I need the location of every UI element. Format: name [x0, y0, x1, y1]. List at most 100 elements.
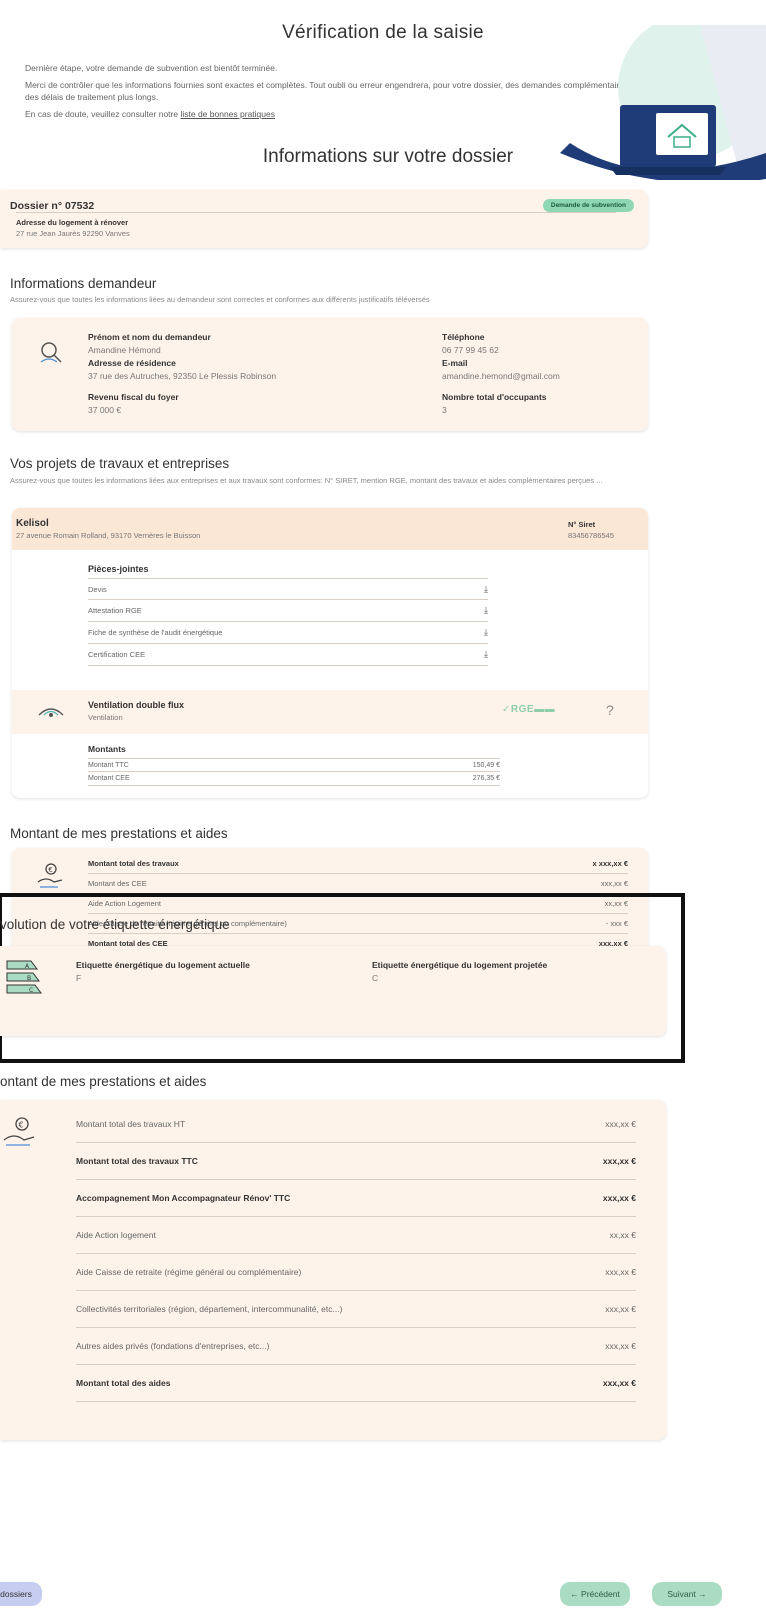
amount-value: xxx,xx € [602, 1193, 636, 1203]
svg-text:€: € [48, 866, 52, 874]
name-value: Amandine Hémond [88, 345, 161, 355]
amount-value: xxx,xx € [605, 1119, 636, 1129]
amount-value: xxx,xx € [605, 1341, 636, 1351]
email-label: E-mail [442, 358, 468, 368]
amount-label: Aide Action logement [76, 1230, 156, 1240]
attachment-label: Attestation RGE [88, 606, 142, 615]
demandeur-card: Prénom et nom du demandeur Amandine Hémo… [12, 318, 648, 431]
energy-label-icon: ABC [0, 956, 46, 1004]
attachments-title: Pièces-jointes [88, 564, 149, 574]
download-icon[interactable]: ⤓ [484, 584, 488, 595]
amount-row: Montant total des aides xxx,xx € [76, 1365, 636, 1402]
intro-line-3-text: En cas de doute, veuillez consulter notr… [25, 109, 179, 119]
dossier-address-value: 27 rue Jean Jaurès 92290 Vanves [16, 229, 130, 238]
hand-coin-icon: € [0, 1112, 40, 1152]
amount-label: Montant total des aides [76, 1378, 171, 1388]
amount-label: Montant total des travaux [88, 859, 179, 868]
amount-label: Collectivités territoriales (région, dép… [76, 1304, 343, 1314]
work-item: Ventilation double flux Ventilation ✓RGE… [12, 690, 648, 734]
svg-text:B: B [27, 975, 31, 982]
ventilation-icon [34, 696, 68, 728]
amount-label: Montant total des travaux HT [76, 1119, 186, 1129]
amount-label: Aide Caisse de retraite (régime général … [76, 1267, 302, 1277]
attachment-row[interactable]: Devis ⤓ [88, 578, 488, 600]
status-badge: Demande de subvention [542, 199, 634, 212]
previous-button[interactable]: ← Précédent [560, 1582, 630, 1606]
amount-row: Montant TTC 150,49 € [88, 758, 500, 772]
dossier-title: Dossier n° 07532 [10, 200, 95, 212]
residence-label: Adresse de résidence [88, 358, 176, 368]
amount-value: xxx,xx € [605, 1267, 636, 1277]
work-title: Ventilation double flux [88, 700, 185, 710]
company-address: 27 avenue Romain Rolland, 93170 Vernères… [16, 531, 201, 540]
svg-text:C: C [29, 987, 33, 994]
attachment-label: Devis [88, 584, 107, 594]
current-value: F [76, 973, 82, 983]
download-icon[interactable]: ⤓ [484, 649, 488, 660]
amount-value: xxx,xx € [602, 1156, 636, 1166]
amount-value: xx,xx € [609, 1230, 636, 1240]
amount-row: Montant total des travaux HT xxx,xx € [76, 1106, 636, 1143]
demandeur-heading: Informations demandeur [10, 276, 157, 291]
amount-row: Autres aides privés (fondations d'entrep… [76, 1328, 636, 1365]
amounts-title: Montants [88, 744, 126, 754]
demandeur-subtitle: Assurez-vous que toutes les informations… [10, 295, 430, 304]
download-icon[interactable]: ⤓ [484, 605, 488, 616]
svg-text:€: € [19, 1121, 24, 1130]
hand-coin-icon: € [32, 858, 68, 894]
projets-heading: Vos projets de travaux et entreprises [10, 456, 230, 471]
best-practices-link[interactable]: liste de bonnes pratiques [180, 109, 275, 119]
occupants-label: Nombre total d'occupants [442, 392, 547, 402]
dossier-card: Dossier n° 07532 Demande de subvention A… [0, 190, 648, 248]
phone-value: 06 77 99 45 62 [442, 345, 499, 355]
amount-value: x xxx,xx € [592, 859, 628, 868]
section-title: Informations sur votre dossier [262, 146, 514, 167]
download-icon[interactable]: ⤓ [484, 627, 488, 638]
amount-label: Accompagnement Mon Accompagnateur Rénov'… [76, 1193, 291, 1203]
projected-label: Etiquette énergétique du logement projet… [372, 960, 548, 970]
etiquette-heading: volution de votre étiquette énergétique [0, 917, 230, 932]
amount-row: Accompagnement Mon Accompagnateur Rénov'… [76, 1180, 636, 1217]
income-label: Revenu fiscal du foyer [88, 392, 179, 402]
projected-value: C [372, 973, 379, 983]
current-label: Etiquette énergétique du logement actuel… [76, 960, 250, 970]
occupants-value: 3 [442, 405, 447, 415]
etiquette-card: ABC Etiquette énergétique du logement ac… [0, 946, 666, 1036]
projets-card: Kelisol 27 avenue Romain Rolland, 93170 … [12, 508, 648, 798]
amount-value: 276,35 € [472, 775, 500, 782]
amount-row: Aide Caisse de retraite (régime général … [76, 1254, 636, 1291]
amount-value: 150,49 € [472, 761, 500, 769]
prestations1-heading: Montant de mes prestations et aides [10, 826, 228, 841]
divider [16, 212, 616, 213]
amount-value: xxx,xx € [600, 879, 628, 888]
attachments-list: Devis ⤓ Attestation RGE ⤓ Fiche de synthès… [88, 578, 488, 666]
prestations2-heading: ontant de mes prestations et aides [0, 1074, 207, 1089]
attachment-row[interactable]: Certification CEE ⤓ [88, 644, 488, 666]
siret-value: 83456786545 [568, 531, 614, 540]
name-label: Prénom et nom du demandeur [88, 332, 211, 342]
amount-label: Montant des CEE [88, 879, 147, 888]
next-button[interactable]: Suivant → [652, 1582, 722, 1606]
phone-label: Téléphone [442, 332, 485, 342]
residence-value: 37 rue des Autruches, 92350 Le Plessis R… [88, 371, 277, 381]
rge-label: RGE [510, 704, 535, 715]
amount-label: Montant CEE [88, 775, 130, 782]
amount-label: Montant TTC [88, 761, 129, 769]
attachment-row[interactable]: Fiche de synthèse de l'audit énergétique… [88, 622, 488, 644]
rge-logo: ✓RGE▬▬ [502, 704, 556, 715]
amounts-list: Montant TTC 150,49 € Montant CEE 276,35 € [88, 758, 500, 786]
dossier-address-label: Adresse du logement à rénover [16, 218, 129, 227]
amount-row: Collectivités territoriales (région, dép… [76, 1291, 636, 1328]
projets-subtitle: Assurez-vous que toutes les informations… [10, 476, 603, 485]
search-person-icon [34, 336, 68, 370]
help-icon[interactable]: ? [606, 702, 614, 718]
attachment-label: Fiche de synthèse de l'audit énergétique [88, 628, 223, 637]
company-header: Kelisol 27 avenue Romain Rolland, 93170 … [12, 508, 648, 550]
attachment-row[interactable]: Attestation RGE ⤓ [88, 600, 488, 622]
amount-row: Montant total des travaux TTC xxx,xx € [76, 1143, 636, 1180]
amount-row: Montant total des travaux x xxx,xx € [88, 854, 628, 874]
amount-value: xxx,xx € [602, 1378, 636, 1388]
amount-row: Montant CEE 276,35 € [88, 772, 500, 786]
dossiers-button[interactable]: dossiers [0, 1582, 42, 1606]
attachment-label: Certification CEE [88, 650, 146, 659]
